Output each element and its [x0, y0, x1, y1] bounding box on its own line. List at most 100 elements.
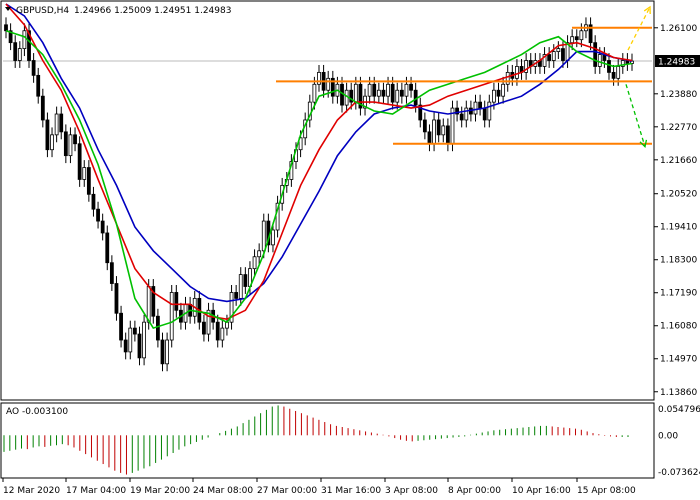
candle-body — [13, 42, 18, 61]
candle-body — [459, 113, 464, 121]
chart-canvas: 1.26100 1.23880 1.22770 1.21660 1.20520 1.194… — [0, 0, 700, 496]
candle-body — [77, 143, 82, 180]
candle-body — [607, 60, 611, 73]
candle-body — [381, 89, 386, 97]
ao-tick-label: -0.073624 — [658, 468, 700, 478]
time-tick-label: 10 Apr 16:00 — [512, 486, 571, 496]
candle-body — [114, 283, 119, 314]
candle-body — [123, 339, 128, 353]
candle-body — [73, 134, 77, 145]
candle-body — [271, 229, 275, 246]
candle-body — [261, 220, 266, 252]
ao-panel-frame — [0, 402, 655, 479]
candle-body — [119, 312, 123, 341]
time-tick-label: 3 Apr 08:00 — [385, 486, 438, 496]
candle-body — [155, 315, 160, 341]
candle-body — [22, 30, 27, 50]
candle-body — [432, 119, 436, 145]
price-axis: 1.26100 1.23880 1.22770 1.21660 1.20520 1.194… — [654, 24, 700, 398]
ao-axis: 0.054796 0.00 -0.073624 — [658, 405, 700, 478]
candle-body — [105, 232, 110, 264]
candle-body — [593, 42, 598, 67]
candle-body — [515, 66, 519, 79]
price-tick-label: 1.20520 — [660, 190, 697, 200]
candle-body — [220, 327, 225, 341]
candle-body — [59, 113, 64, 133]
candle-body — [464, 107, 469, 121]
candle-body — [478, 101, 483, 109]
time-tick-label: 15 Apr 08:00 — [577, 486, 636, 496]
candle-body — [202, 321, 206, 335]
candle-body — [556, 48, 561, 52]
candle-body — [243, 274, 248, 287]
candle-body — [91, 193, 96, 210]
candle-body — [50, 134, 54, 151]
candle-body — [496, 89, 501, 97]
candle-body — [169, 292, 174, 341]
price-tick-label: 1.17190 — [660, 289, 697, 299]
candle-body — [109, 262, 114, 284]
candle-body — [390, 83, 395, 103]
price-tick-label: 1.16080 — [660, 322, 697, 332]
candle-body — [492, 89, 496, 103]
candle-body — [31, 60, 36, 76]
time-axis: 12 Mar 2020 17 Mar 04:00 19 Mar 20:00 24 Ma… — [2, 478, 636, 496]
candle-body — [86, 167, 91, 195]
candle-body — [68, 134, 73, 157]
ohlc-label: 1.24966 1.25009 1.24951 1.24983 — [74, 6, 231, 16]
candle-body — [326, 77, 331, 91]
candle-body — [317, 71, 321, 85]
candle-body — [547, 54, 552, 61]
candle-body — [441, 125, 446, 136]
ao-tick-label: 0.00 — [658, 431, 678, 441]
time-tick-label: 24 Mar 08:00 — [193, 486, 253, 496]
candle-body — [579, 30, 584, 41]
time-tick-label: 31 Mar 16:00 — [321, 486, 381, 496]
candle-body — [238, 274, 243, 299]
time-tick-label: 17 Mar 04:00 — [66, 486, 126, 496]
candle-body — [100, 220, 105, 234]
candle-body — [17, 48, 22, 61]
candle-body — [597, 54, 602, 67]
price-tick-label: 1.26100 — [660, 24, 697, 34]
price-tick-label: 1.19410 — [660, 223, 697, 233]
candle-body — [215, 321, 220, 341]
symbol-label: GBPUSD,H4 — [16, 6, 69, 16]
candle-body — [4, 24, 8, 32]
price-tick-label: 1.23880 — [660, 90, 697, 100]
candle-body — [367, 83, 372, 97]
ao-indicator-label: AO -0.003100 — [6, 407, 68, 417]
candle-body — [482, 107, 487, 121]
current-price-label: 1.24983 — [658, 58, 695, 68]
candle-body — [36, 74, 41, 97]
candle-body — [160, 339, 165, 365]
candle-body — [234, 292, 239, 299]
candle-body — [40, 95, 45, 121]
candle-body — [353, 83, 358, 103]
ao-tick-label: 0.054796 — [658, 405, 700, 415]
candle-body — [257, 250, 262, 258]
candle-body — [312, 83, 317, 103]
candle-body — [63, 131, 68, 157]
candle-body — [473, 101, 478, 115]
candle-body — [132, 327, 137, 335]
price-tick-label: 1.21660 — [660, 156, 697, 166]
candle-body — [616, 66, 621, 79]
candle-body — [252, 256, 257, 270]
candle-body — [142, 321, 146, 359]
candle-body — [395, 89, 400, 103]
chart-header: GBPUSD,H4 1.24966 1.25009 1.24951 1.2498… — [5, 6, 231, 16]
price-tick-label: 1.13860 — [660, 388, 697, 398]
candle-body — [574, 36, 579, 41]
candle-body — [165, 339, 170, 365]
time-tick-label: 19 Mar 20:00 — [130, 486, 190, 496]
candle-body — [611, 71, 616, 79]
price-tick-label: 1.14970 — [660, 355, 697, 365]
candle-body — [505, 71, 510, 85]
candle-body — [409, 83, 413, 91]
price-tick-label: 1.22770 — [660, 123, 697, 133]
candle-body — [372, 83, 377, 97]
candle-body — [82, 167, 87, 180]
candle-body — [570, 36, 575, 44]
candle-body — [501, 83, 506, 97]
